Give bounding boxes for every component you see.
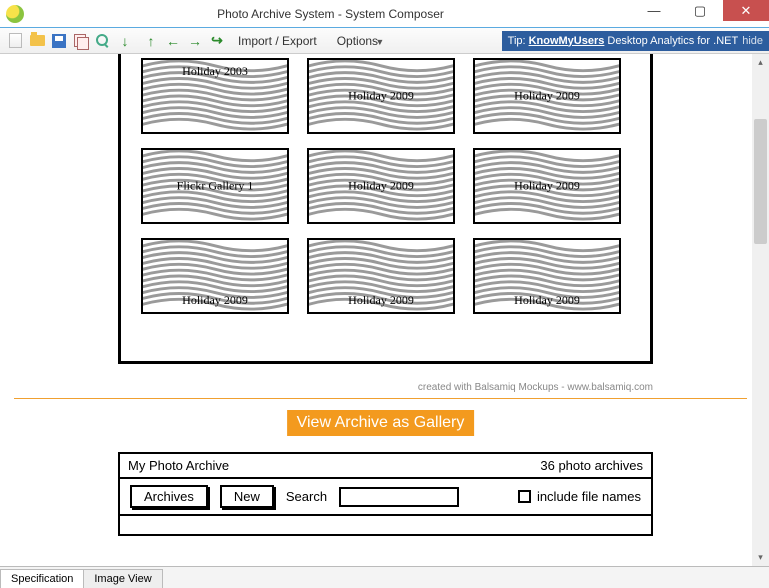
new-button[interactable]: New (220, 485, 274, 508)
archive-count: 36 photo archives (540, 458, 643, 473)
view-archive-gallery-heading: View Archive as Gallery (287, 410, 475, 436)
save-icon[interactable] (51, 33, 67, 49)
archive-body (120, 514, 651, 534)
search-icon[interactable] (95, 33, 111, 49)
gallery-card[interactable]: Holiday 2009 (307, 238, 455, 314)
gallery-grid: Holiday 2003 Holiday 2009 Holiday 2009 Flic… (141, 58, 636, 328)
new-file-icon[interactable] (7, 33, 23, 49)
gallery-card[interactable]: Holiday 2009 (307, 148, 455, 224)
chevron-down-icon: ▼ (375, 37, 384, 47)
arrow-down-icon[interactable]: ↓ (117, 33, 133, 49)
gallery-card-label: Holiday 2009 (143, 293, 287, 308)
gallery-card[interactable]: Holiday 2009 (307, 58, 455, 134)
archives-button[interactable]: Archives (130, 485, 208, 508)
archive-title: My Photo Archive (128, 458, 229, 473)
content-area: ▴ ▾ Holiday 2003 Holiday 2009 Holiday 2009… (0, 54, 769, 566)
tip-link[interactable]: KnowMyUsers (529, 35, 605, 47)
section-divider (14, 398, 747, 399)
gallery-card-label: Holiday 2009 (309, 179, 453, 194)
arrow-left-icon[interactable]: ← (165, 33, 181, 49)
design-canvas: Holiday 2003 Holiday 2009 Holiday 2009 Flic… (14, 54, 747, 566)
bottom-tab-bar: Specification Image View (0, 566, 769, 588)
open-folder-icon[interactable] (29, 33, 45, 49)
gallery-mockup-frame: Holiday 2003 Holiday 2009 Holiday 2009 Flic… (118, 54, 653, 364)
tip-banner: Tip: KnowMyUsers Desktop Analytics for .… (502, 31, 769, 51)
gallery-card[interactable]: Holiday 2009 (473, 58, 621, 134)
gallery-card-label: Holiday 2009 (475, 89, 619, 104)
toolbar: ↓ ↑ ← → ↪ Import / Export Options ▼ Tip:… (0, 28, 769, 54)
import-export-menu[interactable]: Import / Export (228, 34, 327, 48)
gallery-card[interactable]: Holiday 2009 (473, 238, 621, 314)
tab-image-view[interactable]: Image View (83, 569, 162, 588)
arrow-right-icon[interactable]: → (187, 33, 203, 49)
gallery-card-label: Holiday 2009 (475, 293, 619, 308)
tab-specification[interactable]: Specification (0, 569, 84, 588)
gallery-card-label: Holiday 2009 (309, 293, 453, 308)
gallery-card-label: Flickr Gallery 1 (143, 179, 287, 194)
gallery-card[interactable]: Holiday 2003 (141, 58, 289, 134)
archive-mockup-frame: My Photo Archive 36 photo archives Archi… (118, 452, 653, 536)
search-input[interactable] (339, 487, 459, 507)
gallery-card[interactable]: Holiday 2009 (141, 238, 289, 314)
scroll-thumb[interactable] (754, 119, 767, 244)
gallery-card-label: Holiday 2009 (475, 179, 619, 194)
window-title: Photo Archive System - System Composer (30, 7, 631, 21)
gallery-card[interactable]: Flickr Gallery 1 (141, 148, 289, 224)
app-icon (6, 5, 24, 23)
search-label: Search (286, 489, 327, 504)
scroll-down-icon[interactable]: ▾ (752, 549, 769, 566)
redo-icon[interactable]: ↪ (209, 33, 225, 49)
window-close-button[interactable]: ✕ (723, 0, 769, 21)
gallery-card-label: Holiday 2003 (143, 64, 287, 79)
arrow-up-icon[interactable]: ↑ (143, 33, 159, 49)
window-minimize-button[interactable]: — (631, 0, 677, 21)
mockup-credit: created with Balsamiq Mockups - www.bals… (118, 382, 653, 393)
options-menu[interactable]: Options ▼ (327, 34, 395, 48)
window-maximize-button[interactable]: ▢ (677, 0, 723, 21)
scroll-up-icon[interactable]: ▴ (752, 54, 769, 71)
gallery-card-label: Holiday 2009 (309, 89, 453, 104)
copy-icon[interactable] (73, 33, 89, 49)
gallery-card[interactable]: Holiday 2009 (473, 148, 621, 224)
tip-hide-button[interactable]: hide (742, 35, 763, 47)
vertical-scrollbar[interactable]: ▴ ▾ (752, 54, 769, 566)
include-filenames-label: include file names (537, 489, 641, 504)
include-filenames-checkbox[interactable] (518, 490, 531, 503)
window-titlebar: Photo Archive System - System Composer —… (0, 0, 769, 28)
